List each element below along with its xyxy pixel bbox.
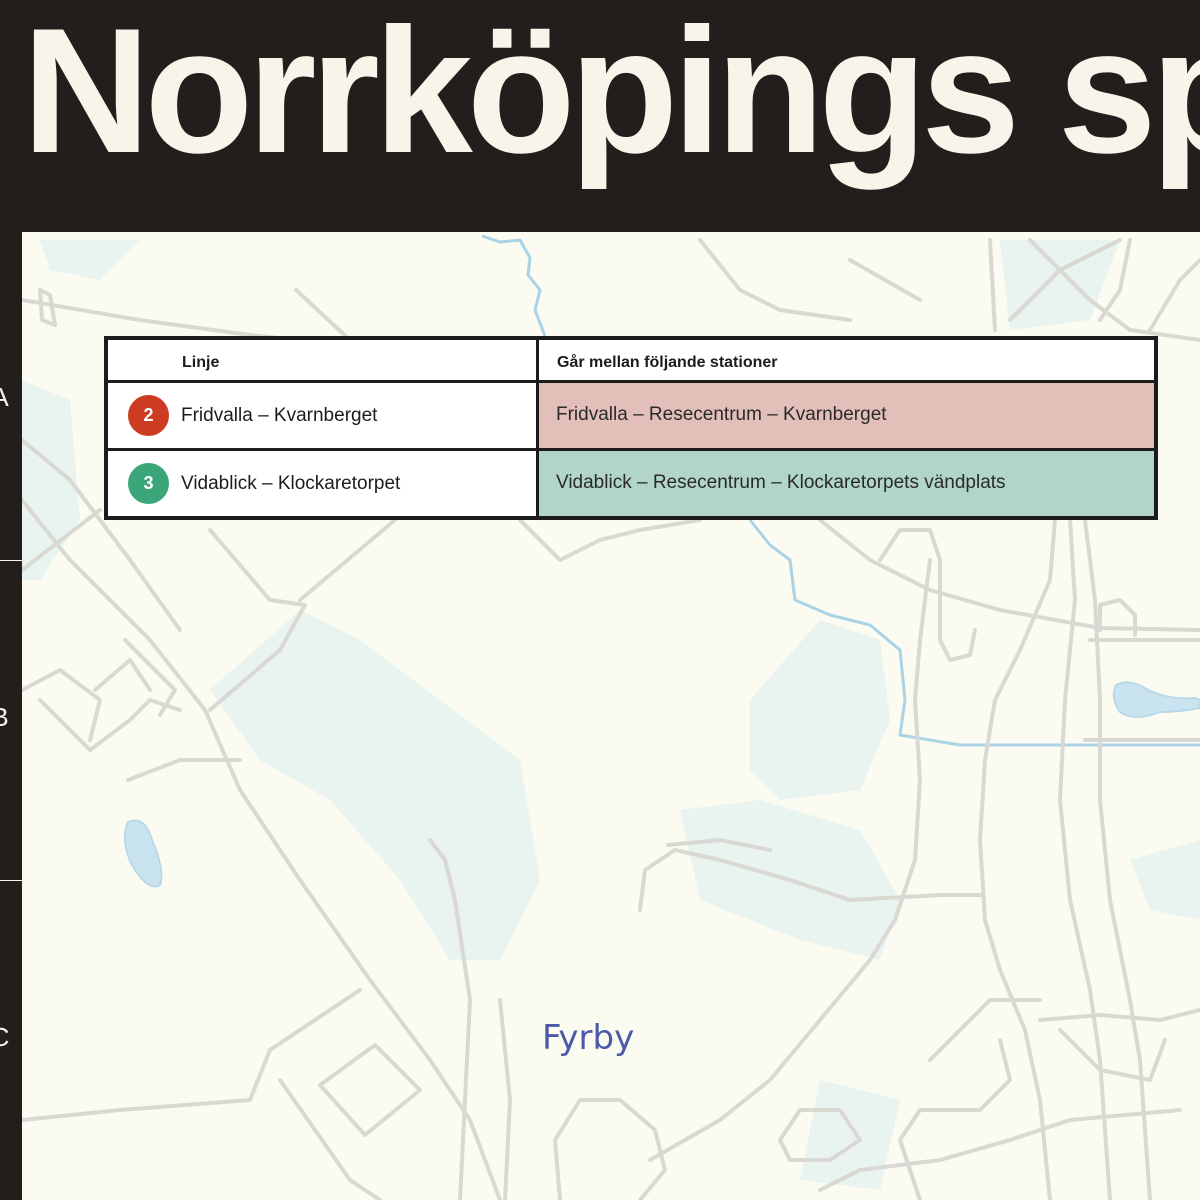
place-label-fyrby: Fyrby xyxy=(542,1018,635,1058)
grid-divider xyxy=(0,560,22,561)
grid-row-label-c: C xyxy=(0,1022,12,1053)
line-2-badge: 2 xyxy=(128,395,169,436)
grid-row-label-b: B xyxy=(0,702,12,733)
poster-header: Norrköpings spå xyxy=(0,0,1200,232)
grid-row-label-a: A xyxy=(0,382,12,413)
grid-reference-column: A B C xyxy=(0,232,22,1200)
legend-row-line-2-stations: Fridvalla – Resecentrum – Kvarnberget xyxy=(556,404,887,425)
legend-row-line-2-name: Fridvalla – Kvarnberget xyxy=(181,405,378,426)
line-3-badge: 3 xyxy=(128,463,169,504)
line-legend-table: Linje Går mellan följande stationer Frid… xyxy=(104,336,1158,520)
legend-row-line-3-stations-cell: Vidablick – Resecentrum – Klockaretorpet… xyxy=(539,451,1154,516)
legend-row-line-3-stations: Vidablick – Resecentrum – Klockaretorpet… xyxy=(556,472,1006,493)
poster-title: Norrköpings spå xyxy=(22,0,1200,190)
legend-header-stations: Går mellan följande stationer xyxy=(557,354,778,371)
legend-row-line-3-name: Vidablick – Klockaretorpet xyxy=(181,473,401,494)
legend-row-line-2-stations-cell: Fridvalla – Resecentrum – Kvarnberget xyxy=(539,383,1154,448)
grid-divider xyxy=(0,880,22,881)
legend-header-line: Linje xyxy=(182,354,220,371)
